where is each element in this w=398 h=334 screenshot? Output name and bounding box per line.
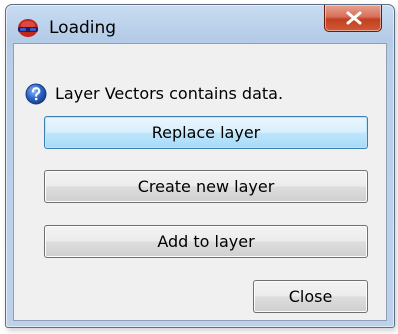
dialog-content: Layer Vectors contains data. Replace lay…: [13, 43, 387, 321]
create-new-layer-button[interactable]: Create new layer: [44, 170, 368, 203]
window-title: Loading: [49, 18, 117, 38]
loading-app-icon: [17, 16, 39, 38]
window-close-button[interactable]: [324, 5, 382, 32]
question-icon: [25, 83, 47, 105]
close-x-icon: [346, 11, 362, 25]
loading-dialog: Loading Layer Vectors contains data. Rep…: [5, 4, 395, 328]
message-text: Layer Vectors contains data.: [55, 84, 284, 103]
close-button[interactable]: Close: [253, 280, 368, 313]
title-bar[interactable]: Loading: [6, 5, 394, 39]
add-to-layer-button[interactable]: Add to layer: [44, 225, 368, 258]
replace-layer-button[interactable]: Replace layer: [44, 116, 368, 149]
